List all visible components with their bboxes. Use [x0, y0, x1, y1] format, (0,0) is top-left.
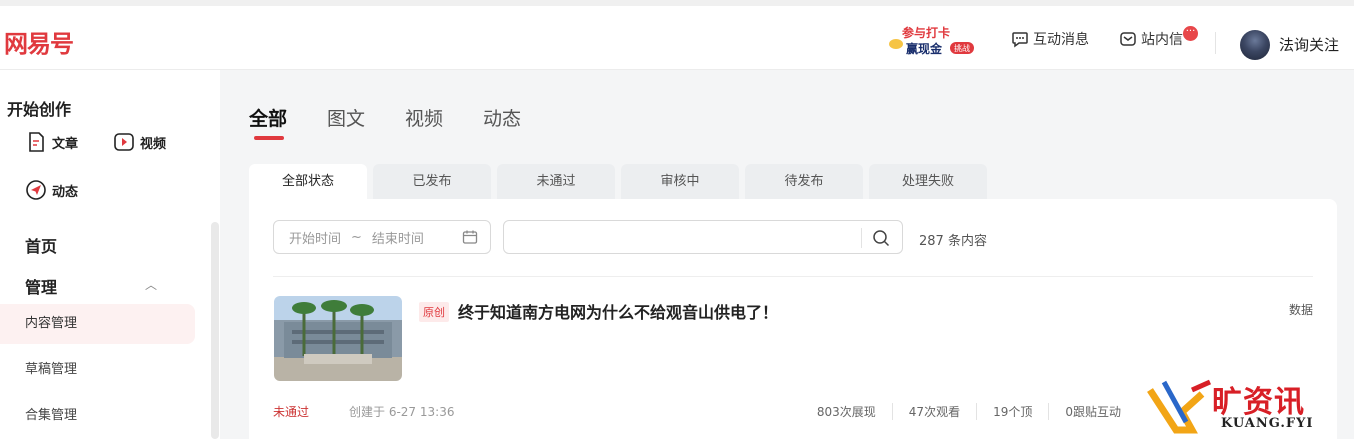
avatar[interactable] — [1240, 30, 1270, 60]
create-article-button[interactable]: 文章 — [25, 131, 78, 153]
article-meta-left: 未通过 创建于 6-27 13:36 — [273, 403, 454, 420]
sidebar-scrollbar[interactable] — [211, 222, 219, 439]
sidebar: 开始创作 文章 视频 动态 首页 管理 ︿ 内容管理 草稿管理 合集管理 — [0, 70, 220, 439]
interact-messages-link[interactable]: 互动消息 — [1011, 29, 1089, 49]
calendar-icon — [462, 230, 478, 244]
article-icon — [29, 132, 44, 152]
search-separator — [861, 228, 862, 248]
end-time-placeholder: 结束时间 — [371, 231, 424, 247]
sidebar-item-collection-manage[interactable]: 合集管理 — [0, 396, 195, 436]
search-icon[interactable] — [872, 229, 890, 247]
create-dynamic-label: 动态 — [52, 184, 79, 200]
inbox-link[interactable]: 站内信 — [1119, 29, 1183, 49]
watermark-brand: 旷资讯 — [1212, 385, 1305, 420]
created-time: 创建于 6-27 13:36 — [349, 405, 455, 419]
mail-icon — [1120, 32, 1136, 46]
range-separator: ~ — [351, 229, 362, 245]
chat-icon — [1012, 32, 1028, 48]
search-input[interactable] — [503, 220, 903, 254]
tab-image-text[interactable]: 图文 — [327, 104, 365, 131]
create-dynamic-button[interactable]: 动态 — [25, 179, 78, 201]
content-type-tabs: 全部 图文 视频 动态 — [249, 104, 521, 140]
status-tabs: 全部状态 已发布 未通过 审核中 待发布 处理失败 — [249, 164, 987, 200]
chevron-up-icon[interactable]: ︿ — [145, 276, 157, 293]
article-thumbnail[interactable] — [274, 296, 402, 381]
sidebar-item-draft-manage[interactable]: 草稿管理 — [0, 350, 195, 390]
top-bar: 网易号 参与打卡 赢现金 挑战 互动消息 站内信 ··· 法询关注 — [0, 0, 1354, 70]
likes-count: 19个顶 — [976, 403, 1048, 420]
inbox-label: 站内信 — [1141, 32, 1183, 48]
start-time-placeholder: 开始时间 — [289, 231, 342, 247]
status-badge: 未通过 — [273, 405, 310, 419]
article-title[interactable]: 终于知道南方电网为什么不给观音山供电了！ — [458, 299, 778, 323]
banner-tag: 挑战 — [954, 43, 970, 53]
send-icon — [26, 180, 46, 200]
content-count: 287 条内容 — [919, 234, 987, 249]
data-link[interactable]: 数据 — [1289, 301, 1313, 318]
views-count: 47次观看 — [891, 403, 976, 420]
tab-all[interactable]: 全部 — [249, 104, 287, 140]
status-tab-reviewing[interactable]: 审核中 — [621, 164, 739, 200]
divider — [273, 276, 1313, 277]
date-range-picker[interactable]: 开始时间 ~ 结束时间 — [273, 220, 491, 254]
tab-dynamic[interactable]: 动态 — [483, 104, 521, 131]
check-in-banner[interactable]: 参与打卡 赢现金 挑战 — [888, 20, 980, 60]
status-tab-rejected[interactable]: 未通过 — [497, 164, 615, 200]
sidebar-item-content-manage[interactable]: 内容管理 — [0, 304, 195, 344]
create-video-button[interactable]: 视频 — [113, 131, 166, 153]
create-article-label: 文章 — [52, 136, 79, 152]
watermark-domain: KUANG.FYI — [1221, 416, 1314, 431]
interact-messages-label: 互动消息 — [1033, 32, 1089, 48]
comments-count: 0跟贴互动 — [1048, 403, 1137, 420]
sidebar-item-home[interactable]: 首页 — [25, 233, 57, 257]
tab-video[interactable]: 视频 — [405, 104, 443, 131]
impressions-count: 803次展现 — [816, 405, 876, 419]
original-badge: 原创 — [419, 302, 449, 322]
status-tab-failed[interactable]: 处理失败 — [869, 164, 987, 200]
username[interactable]: 法询关注 — [1279, 34, 1339, 55]
logo[interactable]: 网易号 — [4, 24, 74, 59]
status-tab-all[interactable]: 全部状态 — [249, 164, 367, 200]
article-stats: 803次展现 47次观看 19个顶 0跟贴互动 — [801, 403, 1137, 420]
status-tab-pending[interactable]: 待发布 — [745, 164, 863, 200]
inbox-badge: ··· — [1183, 26, 1198, 41]
header-divider — [1215, 32, 1216, 54]
create-title: 开始创作 — [7, 100, 72, 119]
status-tab-published[interactable]: 已发布 — [373, 164, 491, 200]
create-video-label: 视频 — [140, 136, 167, 152]
banner-line2: 赢现金 — [906, 41, 943, 56]
video-icon — [114, 133, 134, 151]
sidebar-item-manage[interactable]: 管理 — [25, 274, 57, 298]
banner-line1: 参与打卡 — [902, 25, 950, 40]
